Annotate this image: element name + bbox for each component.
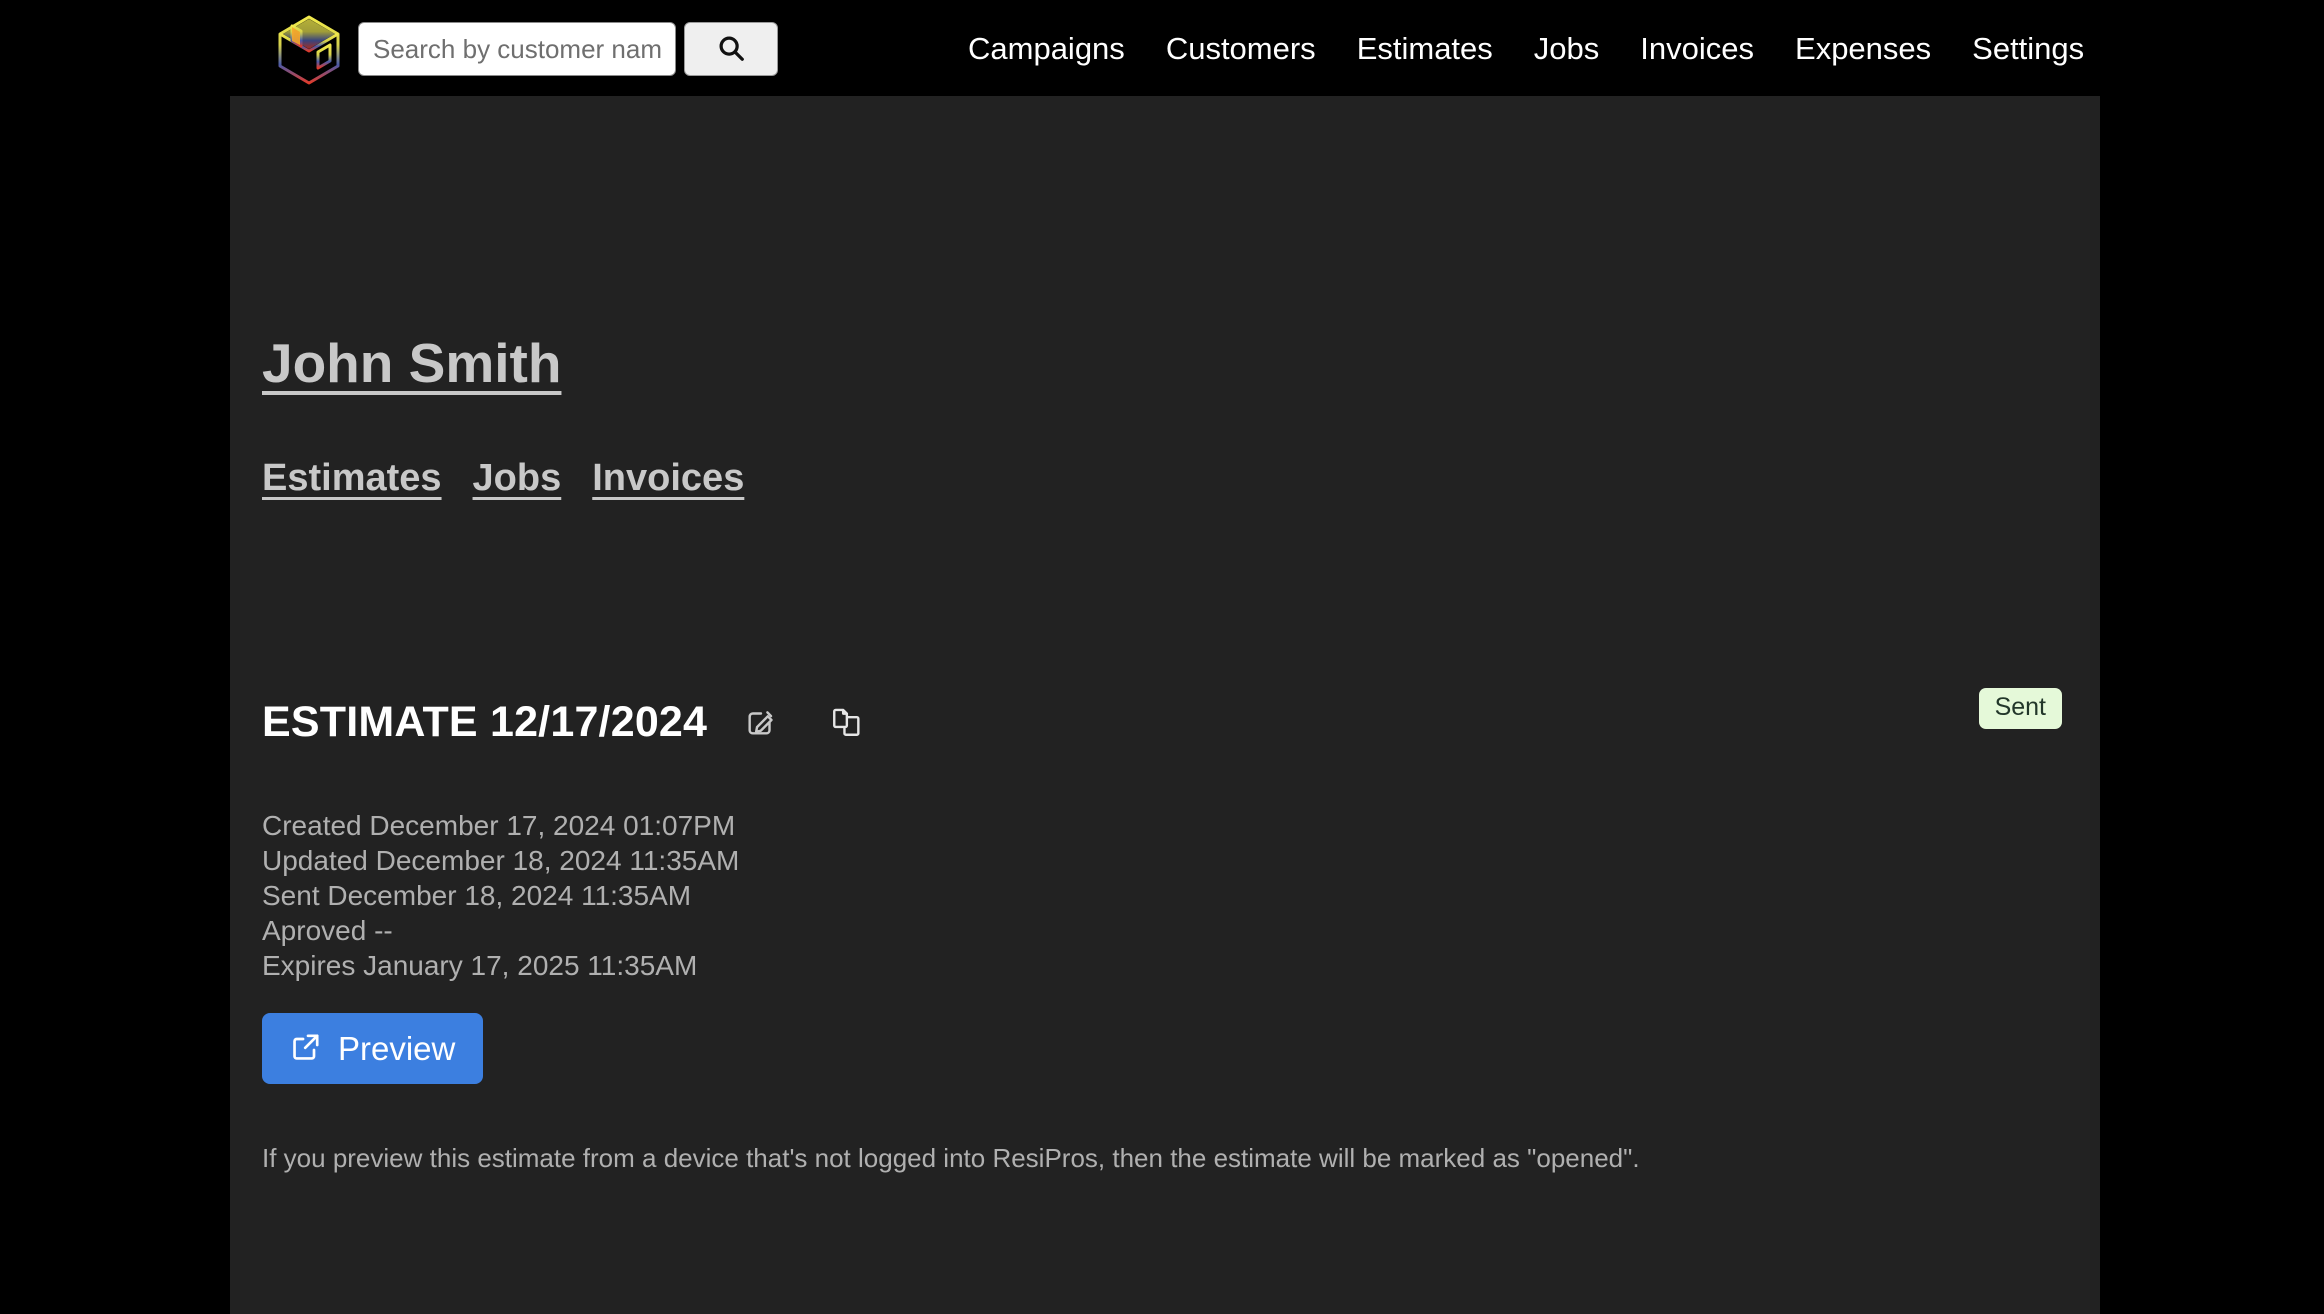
preview-note: If you preview this estimate from a devi… — [262, 1143, 1640, 1173]
estimate-meta-list: Created December 17, 2024 01:07PM Update… — [262, 808, 739, 983]
external-link-icon — [290, 1031, 322, 1066]
search-submit-button[interactable] — [684, 22, 778, 76]
estimate-title: ESTIMATE 12/17/2024 — [262, 697, 708, 746]
nav-item-estimates[interactable]: Estimates — [1357, 33, 1493, 64]
nav-item-jobs[interactable]: Jobs — [1534, 33, 1599, 64]
customer-name-link[interactable]: John Smith — [262, 336, 561, 391]
nav-item-settings[interactable]: Settings — [1972, 33, 2084, 64]
primary-nav: Campaigns Customers Estimates Jobs Invoi… — [968, 0, 2084, 96]
meta-created: Created December 17, 2024 01:07PM — [262, 810, 736, 841]
content-panel: John Smith Estimates Jobs Invoices ESTIM… — [230, 96, 2100, 1314]
nav-item-invoices[interactable]: Invoices — [1640, 33, 1754, 64]
preview-button[interactable]: Preview — [262, 1013, 484, 1084]
estimate-title-row: ESTIMATE 12/17/2024 — [262, 672, 869, 773]
meta-updated: Updated December 18, 2024 11:35AM — [262, 845, 740, 876]
search-bar — [358, 22, 778, 76]
house-logo-icon[interactable] — [268, 8, 350, 90]
edit-pencil-square-icon[interactable] — [739, 700, 783, 744]
meta-approved: Aproved -- — [262, 915, 393, 946]
preview-button-label: Preview — [338, 1030, 456, 1067]
status-badge: Sent — [1978, 688, 2062, 729]
search-input[interactable] — [358, 22, 676, 76]
sub-tab-invoices[interactable]: Invoices — [592, 459, 744, 497]
sub-tab-estimates[interactable]: Estimates — [262, 459, 442, 497]
sub-tab-jobs[interactable]: Jobs — [473, 459, 562, 497]
meta-sent: Sent December 18, 2024 11:35AM — [262, 880, 692, 911]
search-icon — [716, 33, 746, 66]
copy-duplicate-icon[interactable] — [825, 700, 869, 744]
top-navigation-bar: Campaigns Customers Estimates Jobs Invoi… — [0, 0, 2324, 96]
meta-expires: Expires January 17, 2025 11:35AM — [262, 950, 698, 981]
nav-item-customers[interactable]: Customers — [1166, 33, 1316, 64]
nav-item-expenses[interactable]: Expenses — [1795, 33, 1931, 64]
customer-sub-tabs: Estimates Jobs Invoices — [262, 459, 744, 497]
nav-item-campaigns[interactable]: Campaigns — [968, 33, 1125, 64]
